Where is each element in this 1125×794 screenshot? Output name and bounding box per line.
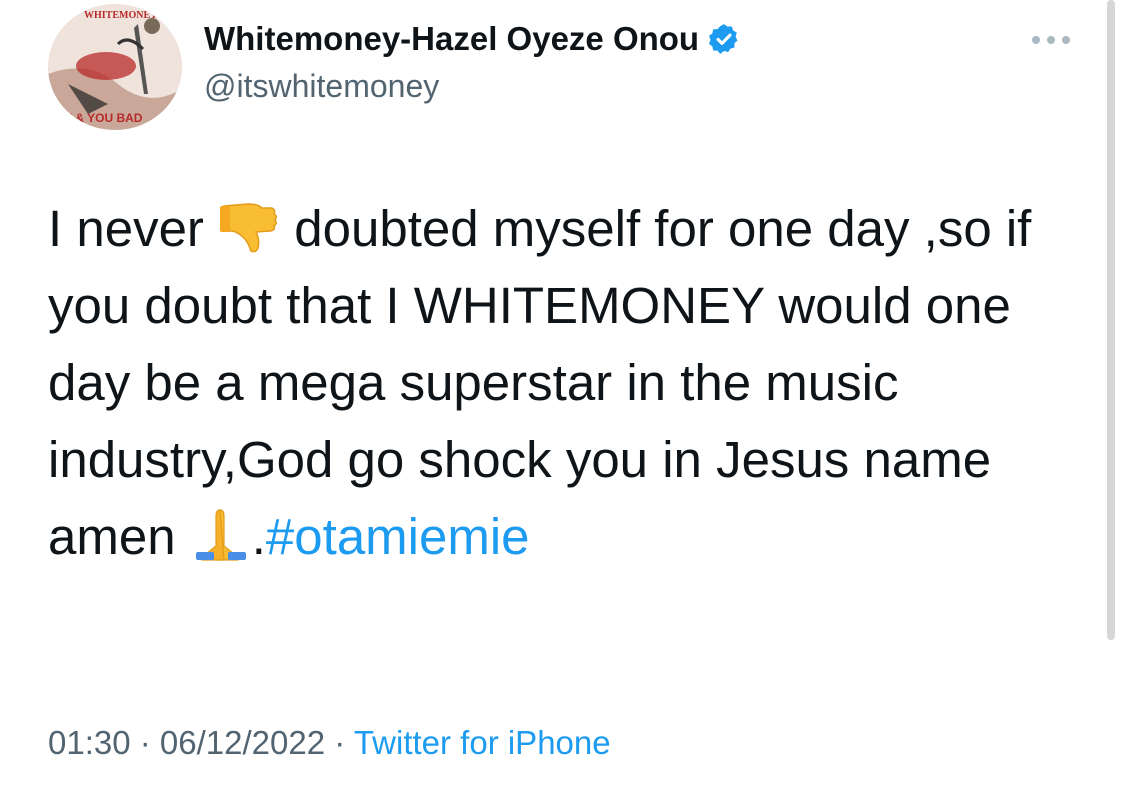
meta-separator: · xyxy=(130,724,160,761)
tweet-text: I never doubted myself for one day ,so i… xyxy=(48,190,1078,575)
tweet-date[interactable]: 06/12/2022 xyxy=(160,724,325,761)
tweet-text-part-1: I never xyxy=(48,200,219,257)
display-name[interactable]: Whitemoney-Hazel Oyeze Onou xyxy=(204,20,741,58)
meta-separator: · xyxy=(325,724,354,761)
thumbs-down-emoji xyxy=(218,198,280,254)
avatar-text-top: WHITEMONEY xyxy=(84,10,158,21)
avatar[interactable]: WHITEMONEY WU & YOU BAD xyxy=(48,4,182,130)
hashtag-link[interactable]: #otamiemie xyxy=(266,508,530,565)
scrollbar[interactable] xyxy=(1107,0,1115,640)
more-options-icon[interactable] xyxy=(1028,30,1074,50)
avatar-text-bottom: WU & YOU BAD xyxy=(52,111,143,125)
verified-badge-icon xyxy=(707,22,741,56)
display-name-text[interactable]: Whitemoney-Hazel Oyeze Onou xyxy=(204,20,699,58)
tweet-meta: 01:30 · 06/12/2022 · Twitter for iPhone xyxy=(48,724,611,762)
user-handle[interactable]: @itswhitemoney xyxy=(204,68,439,105)
tweet-time[interactable]: 01:30 xyxy=(48,724,131,761)
tweet-text-part-3: . xyxy=(251,508,266,565)
folded-hands-emoji xyxy=(190,506,252,562)
tweet-source-link[interactable]: Twitter for iPhone xyxy=(354,724,611,761)
